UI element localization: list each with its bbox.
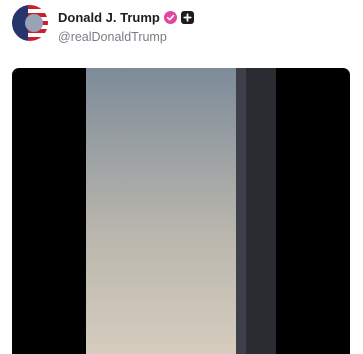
video-frame[interactable]	[86, 68, 276, 354]
post-header: Donald J. Trump @realDonaldTrump	[12, 5, 342, 44]
display-name[interactable]: Donald J. Trump	[58, 10, 160, 25]
verified-badge-icon	[163, 10, 177, 24]
video-image-placeholder	[86, 68, 276, 354]
avatar[interactable]	[12, 5, 48, 41]
post-view: Donald J. Trump @realDonaldTrump	[0, 0, 363, 354]
handle[interactable]: @realDonaldTrump	[58, 30, 167, 44]
plus-badge-icon	[180, 10, 194, 24]
display-name-row: Donald J. Trump	[58, 8, 194, 26]
avatar-image	[12, 5, 48, 41]
media-card[interactable]	[12, 68, 350, 354]
